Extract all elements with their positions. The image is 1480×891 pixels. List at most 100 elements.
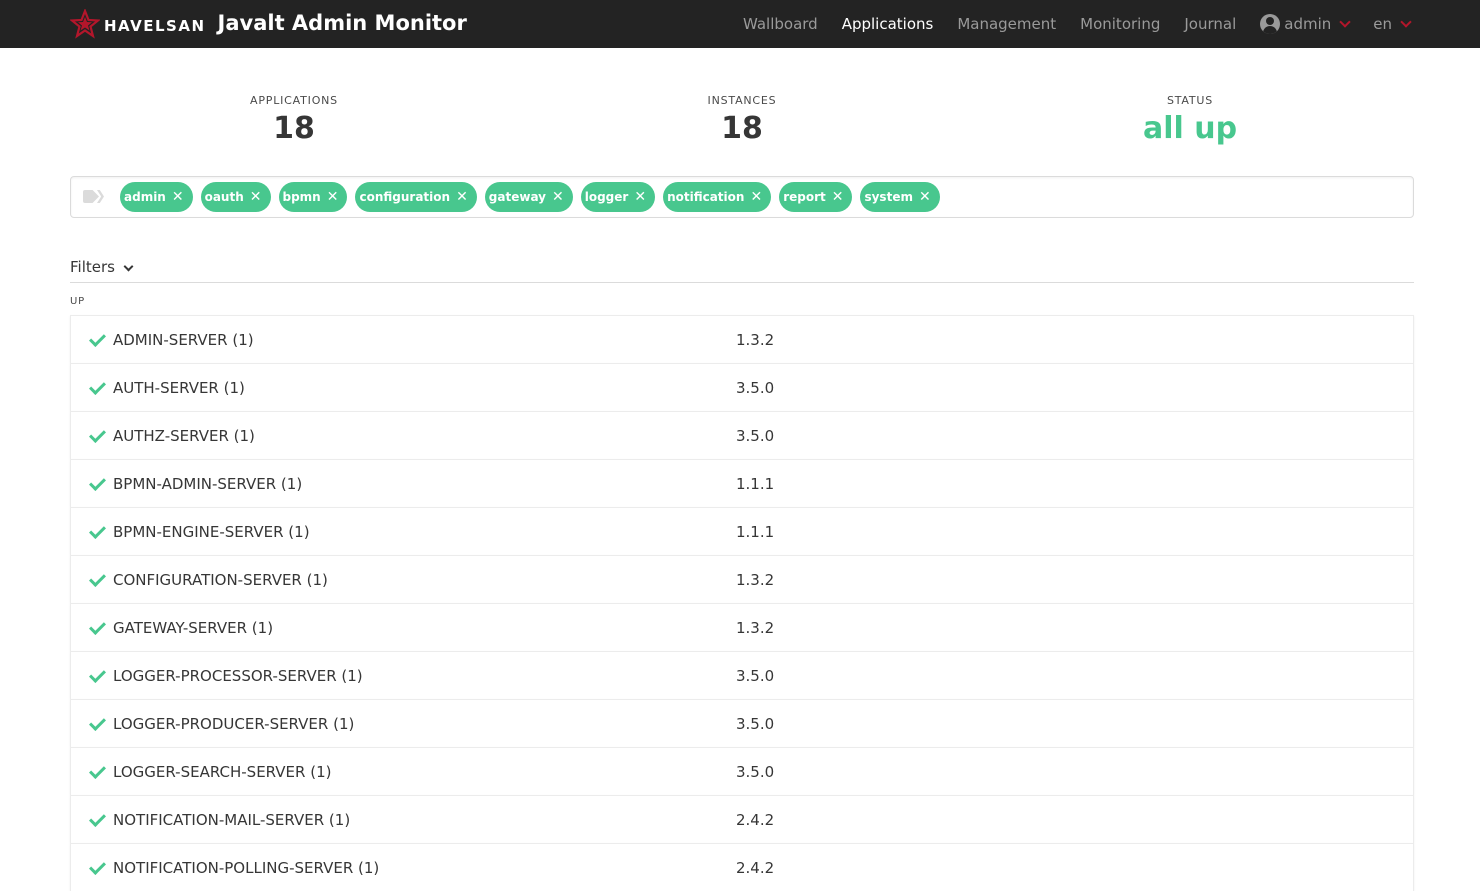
application-row[interactable]: LOGGER-SEARCH-SERVER (1) 3.5.0 (70, 747, 1414, 795)
language-menu[interactable]: en (1361, 0, 1412, 48)
filters-label: Filters (70, 258, 115, 276)
stat-value: 18 (273, 111, 315, 146)
nav-item-monitoring[interactable]: Monitoring (1068, 0, 1172, 48)
status-up-check-icon (89, 380, 105, 396)
application-name: LOGGER-SEARCH-SERVER (1) (113, 762, 332, 781)
status-up-check-icon (89, 812, 105, 828)
remove-tag-icon[interactable]: ✕ (250, 190, 262, 204)
tag-chip[interactable]: notification ✕ (663, 182, 772, 212)
application-row[interactable]: BPMN-ENGINE-SERVER (1) 1.1.1 (70, 507, 1414, 555)
chevron-down-icon (1339, 16, 1351, 28)
stat-value: 18 (721, 111, 763, 146)
stat-label: INSTANCES (707, 94, 777, 107)
stat-value: all up (1142, 111, 1238, 146)
nav-item-journal[interactable]: Journal (1172, 0, 1248, 48)
application-row[interactable]: LOGGER-PROCESSOR-SERVER (1) 3.5.0 (70, 651, 1414, 699)
application-row[interactable]: GATEWAY-SERVER (1) 1.3.2 (70, 603, 1414, 651)
application-version: 3.5.0 (736, 762, 775, 781)
remove-tag-icon[interactable]: ✕ (327, 190, 339, 204)
tag-chip[interactable]: bpmn ✕ (278, 182, 348, 212)
application-version: 2.4.2 (736, 858, 775, 877)
application-row[interactable]: ADMIN-SERVER (1) 1.3.2 (70, 315, 1414, 363)
application-row[interactable]: CONFIGURATION-SERVER (1) 1.3.2 (70, 555, 1414, 603)
application-version: 1.3.2 (736, 618, 775, 637)
application-list: ADMIN-SERVER (1) 1.3.2 AUTH-SERVER (1) 3.5.… (70, 315, 1414, 891)
application-name: GATEWAY-SERVER (1) (113, 618, 274, 637)
user-name: admin (1284, 15, 1332, 33)
nav-item-wallboard[interactable]: Wallboard (731, 0, 830, 48)
stat-label: STATUS (1166, 94, 1214, 107)
remove-tag-icon[interactable]: ✕ (750, 190, 762, 204)
tag-label: bpmn (282, 190, 321, 204)
application-name: AUTHZ-SERVER (1) (113, 426, 255, 445)
tag-chip[interactable]: admin ✕ (120, 182, 193, 212)
tag-label: notification (667, 190, 745, 204)
remove-tag-icon[interactable]: ✕ (552, 190, 564, 204)
application-name: BPMN-ADMIN-SERVER (1) (113, 474, 303, 493)
tag-list: admin ✕ oauth ✕ bpmn ✕ configuration ✕ gateway ✕ l… (120, 182, 948, 212)
application-version: 3.5.0 (736, 714, 775, 733)
status-up-check-icon (89, 764, 105, 780)
application-row[interactable]: NOTIFICATION-MAIL-SERVER (1) 2.4.2 (70, 795, 1414, 843)
language-label: en (1373, 15, 1392, 33)
status-up-check-icon (89, 620, 105, 636)
remove-tag-icon[interactable]: ✕ (456, 190, 468, 204)
status-up-check-icon (89, 716, 105, 732)
nav-item-applications[interactable]: Applications (830, 0, 946, 48)
application-row[interactable]: LOGGER-PRODUCER-SERVER (1) 3.5.0 (70, 699, 1414, 747)
tag-label: logger (584, 190, 629, 204)
app-title: Javalt Admin Monitor (217, 11, 467, 35)
status-up-check-icon (89, 476, 105, 492)
tags-icon (83, 189, 105, 205)
application-name: NOTIFICATION-POLLING-SERVER (1) (113, 858, 380, 877)
nav-menu: Wallboard Applications Management Monito… (731, 0, 1480, 48)
tag-label: configuration (359, 190, 451, 204)
stats-summary: APPLICATIONS 18 INSTANCES 18 STATUS all … (70, 94, 1414, 146)
stat-instances: INSTANCES 18 (518, 94, 966, 146)
havelsan-star-logo-icon (70, 9, 100, 39)
application-row[interactable]: AUTHZ-SERVER (1) 3.5.0 (70, 411, 1414, 459)
brand-logo-text: HAVELSAN (104, 17, 206, 35)
application-version: 1.1.1 (736, 522, 775, 541)
status-up-check-icon (89, 332, 105, 348)
chevron-down-icon (1400, 16, 1412, 28)
user-menu[interactable]: admin (1248, 0, 1361, 48)
status-group-label: UP (70, 296, 85, 307)
status-up-check-icon (89, 860, 105, 876)
tag-chip[interactable]: report ✕ (779, 182, 853, 212)
remove-tag-icon[interactable]: ✕ (919, 190, 931, 204)
brand[interactable]: HAVELSAN Javalt Admin Monitor (70, 0, 467, 48)
tag-chip[interactable]: system ✕ (860, 182, 940, 212)
remove-tag-icon[interactable]: ✕ (172, 190, 184, 204)
application-version: 1.3.2 (736, 570, 775, 589)
tag-label: report (783, 190, 826, 204)
remove-tag-icon[interactable]: ✕ (832, 190, 844, 204)
application-row[interactable]: NOTIFICATION-POLLING-SERVER (1) 2.4.2 (70, 843, 1414, 891)
tag-chip[interactable]: logger ✕ (580, 182, 656, 212)
nav-item-management[interactable]: Management (945, 0, 1068, 48)
stat-status: STATUS all up (966, 94, 1414, 146)
stat-applications: APPLICATIONS 18 (70, 94, 518, 146)
tag-filter-input[interactable]: admin ✕ oauth ✕ bpmn ✕ configuration ✕ gateway ✕ l… (70, 176, 1414, 218)
application-name: BPMN-ENGINE-SERVER (1) (113, 522, 310, 541)
filters-toggle[interactable]: Filters (70, 258, 1414, 283)
application-version: 1.3.2 (736, 330, 775, 349)
application-version: 1.1.1 (736, 474, 775, 493)
tag-chip[interactable]: gateway ✕ (484, 182, 573, 212)
tag-label: admin (124, 190, 166, 204)
tag-label: gateway (488, 190, 546, 204)
status-up-check-icon (89, 428, 105, 444)
application-row[interactable]: AUTH-SERVER (1) 3.5.0 (70, 363, 1414, 411)
tag-chip[interactable]: oauth ✕ (200, 182, 271, 212)
tag-label: system (864, 190, 913, 204)
application-version: 2.4.2 (736, 810, 775, 829)
application-row[interactable]: BPMN-ADMIN-SERVER (1) 1.1.1 (70, 459, 1414, 507)
application-name: CONFIGURATION-SERVER (1) (113, 570, 328, 589)
tag-chip[interactable]: configuration ✕ (355, 182, 477, 212)
application-name: LOGGER-PROCESSOR-SERVER (1) (113, 666, 363, 685)
remove-tag-icon[interactable]: ✕ (634, 190, 646, 204)
application-name: NOTIFICATION-MAIL-SERVER (1) (113, 810, 351, 829)
status-up-check-icon (89, 668, 105, 684)
application-version: 3.5.0 (736, 666, 775, 685)
status-up-check-icon (89, 524, 105, 540)
